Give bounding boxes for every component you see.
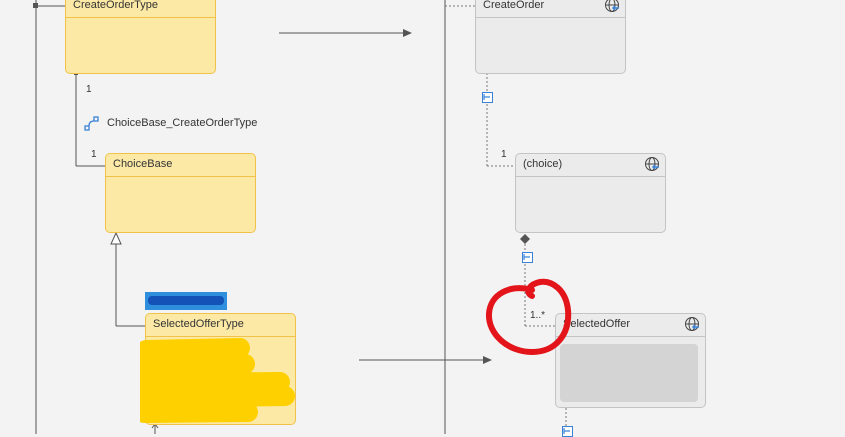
redaction-mark <box>145 292 227 310</box>
globe-icon <box>605 0 619 12</box>
create-order-type-title: CreateOrderType <box>66 0 215 18</box>
redaction-scribble <box>140 338 295 423</box>
expand-pin-icon[interactable] <box>522 252 533 263</box>
selected-offer-type-title: SelectedOfferType <box>146 314 295 337</box>
inheritance-arrow-icon <box>110 231 122 245</box>
choice-node[interactable]: (choice) <box>515 153 666 233</box>
create-order-node[interactable]: CreateOrder <box>475 0 626 74</box>
red-circle-annotation <box>486 278 572 356</box>
multiplicity-label: 1 <box>501 149 507 160</box>
diamond-icon <box>520 234 530 244</box>
choice-base-title: ChoiceBase <box>106 154 255 177</box>
create-order-type-node[interactable]: CreateOrderType <box>65 0 216 74</box>
choice-title: (choice) <box>516 154 665 177</box>
expand-pin-icon[interactable] <box>562 426 573 437</box>
expand-pin-icon[interactable] <box>482 92 493 103</box>
globe-icon <box>685 317 699 331</box>
association-icon <box>84 116 99 131</box>
redaction-mark <box>560 344 698 402</box>
multiplicity-label: 1 <box>86 84 92 95</box>
multiplicity-label: 1 <box>91 149 97 160</box>
create-order-title: CreateOrder <box>476 0 625 18</box>
choice-base-node[interactable]: ChoiceBase <box>105 153 256 233</box>
association-label: ChoiceBase_CreateOrderType <box>107 117 258 129</box>
globe-icon <box>645 157 659 171</box>
